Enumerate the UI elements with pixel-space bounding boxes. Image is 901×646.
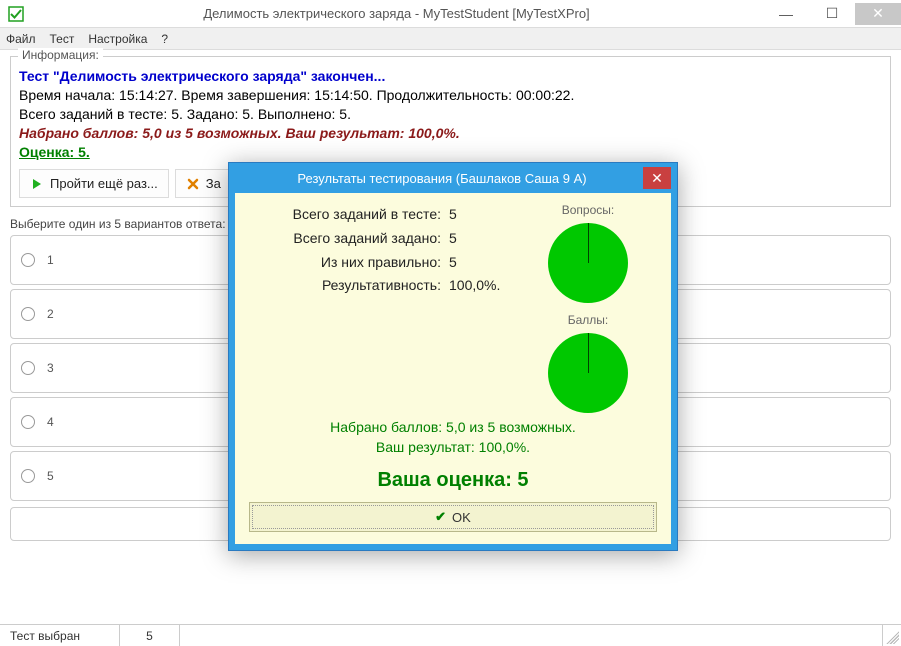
score-line2: Ваш результат: 100,0%. xyxy=(249,439,657,455)
status-count: 5 xyxy=(120,625,180,646)
menu-test[interactable]: Тест xyxy=(50,32,75,46)
pie-points xyxy=(548,333,628,413)
statusbar: Тест выбран 5 xyxy=(0,624,901,646)
menu-settings[interactable]: Настройка xyxy=(88,32,147,46)
pie-points-label: Баллы: xyxy=(568,313,609,327)
stat-perf-label: Результативность: xyxy=(249,274,441,298)
info-label: Информация: xyxy=(18,48,103,62)
menu-help[interactable]: ? xyxy=(161,32,168,46)
window-title: Делимость электрического заряда - MyTest… xyxy=(30,6,763,21)
window-titlebar: Делимость электрического заряда - MyTest… xyxy=(0,0,901,28)
answer-num: 2 xyxy=(47,307,54,321)
info-line4: Набрано баллов: 5,0 из 5 возможных. Ваш … xyxy=(19,124,882,143)
answer-num: 1 xyxy=(47,253,54,267)
resize-grip-icon[interactable] xyxy=(883,628,899,644)
minimize-button[interactable]: — xyxy=(763,3,809,25)
stat-total-val: 5 xyxy=(449,203,519,227)
menubar: Файл Тест Настройка ? xyxy=(0,28,901,50)
cancel-icon xyxy=(186,177,200,191)
maximize-button[interactable]: ☐ xyxy=(809,3,855,25)
info-line1: Тест "Делимость электрического заряда" з… xyxy=(19,67,882,86)
answer-num: 3 xyxy=(47,361,54,375)
score-line1: Набрано баллов: 5,0 из 5 возможных. xyxy=(249,419,657,435)
stat-correct-val: 5 xyxy=(449,251,519,275)
pie-questions xyxy=(548,223,628,303)
info-line5: Оценка: 5. xyxy=(19,143,882,162)
radio-icon[interactable] xyxy=(21,361,35,375)
retry-button[interactable]: Пройти ещё раз... xyxy=(19,169,169,198)
status-selected: Тест выбран xyxy=(0,625,120,646)
answer-num: 5 xyxy=(47,469,54,483)
ok-label: OK xyxy=(452,510,471,525)
stat-perf-val: 100,0%. xyxy=(449,274,519,298)
app-icon xyxy=(8,6,24,22)
ok-button[interactable]: ✔ OK xyxy=(249,502,657,532)
close-test-label: За xyxy=(206,176,221,191)
dialog-close-button[interactable]: ✕ xyxy=(643,167,671,189)
status-empty xyxy=(180,625,883,646)
radio-icon[interactable] xyxy=(21,415,35,429)
pie-questions-label: Вопросы: xyxy=(562,203,614,217)
info-line3: Всего заданий в тесте: 5. Задано: 5. Вып… xyxy=(19,105,882,124)
check-icon: ✔ xyxy=(435,509,446,525)
answer-num: 4 xyxy=(47,415,54,429)
stat-asked-val: 5 xyxy=(449,227,519,251)
play-icon xyxy=(30,177,44,191)
retry-label: Пройти ещё раз... xyxy=(50,176,158,191)
results-dialog: Результаты тестирования (Башлаков Саша 9… xyxy=(228,162,678,551)
radio-icon[interactable] xyxy=(21,469,35,483)
dialog-titlebar: Результаты тестирования (Башлаков Саша 9… xyxy=(229,163,677,193)
info-line2: Время начала: 15:14:27. Время завершения… xyxy=(19,86,882,105)
grade-text: Ваша оценка: 5 xyxy=(249,469,657,492)
stat-total-label: Всего заданий в тесте: xyxy=(249,203,441,227)
radio-icon[interactable] xyxy=(21,307,35,321)
menu-file[interactable]: Файл xyxy=(6,32,36,46)
radio-icon[interactable] xyxy=(21,253,35,267)
close-button[interactable]: ✕ xyxy=(855,3,901,25)
stat-correct-label: Из них правильно: xyxy=(249,251,441,275)
stat-asked-label: Всего заданий задано: xyxy=(249,227,441,251)
close-test-button[interactable]: За xyxy=(175,169,232,198)
dialog-title: Результаты тестирования (Башлаков Саша 9… xyxy=(241,171,643,186)
